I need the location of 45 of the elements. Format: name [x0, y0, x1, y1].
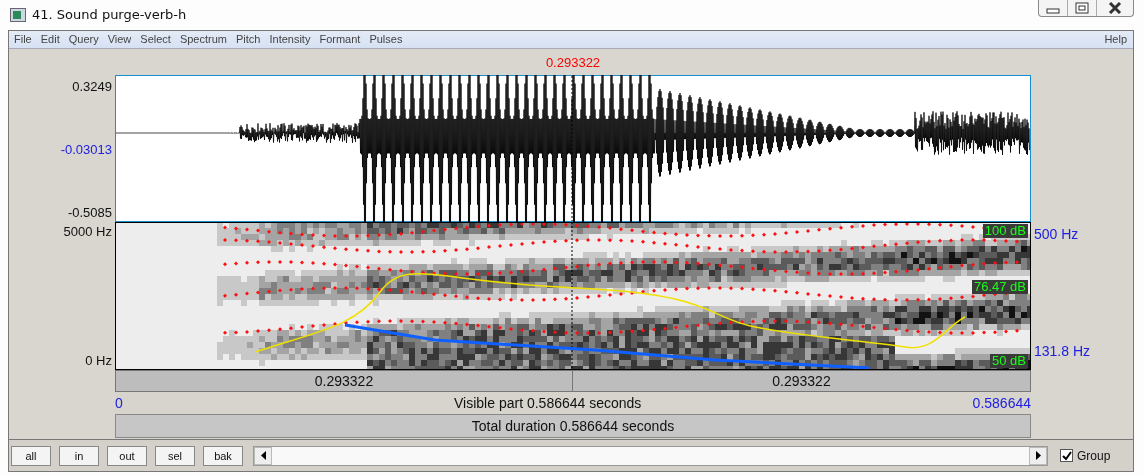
scroll-left-button[interactable]: [254, 446, 272, 465]
zoom-button[interactable]: bak: [203, 445, 243, 466]
visible-end-label: 0.586644: [972, 393, 1031, 413]
menu-item[interactable]: Edit: [40, 31, 66, 48]
maximize-icon[interactable]: [1074, 2, 1090, 14]
group-label: Group: [1077, 447, 1111, 465]
visible-start-label: 0: [115, 393, 123, 413]
zoom-button[interactable]: sel: [155, 445, 195, 466]
intensity-min-label: 50 dB: [990, 354, 1028, 368]
intensity-max-label: 100 dB: [982, 224, 1028, 238]
pitch-cursor-label: 131.8 Hz: [1034, 342, 1092, 361]
app-icon: [10, 8, 26, 22]
help-menu-item[interactable]: Help: [1104, 31, 1133, 48]
menu-item[interactable]: Spectrum: [179, 31, 233, 48]
close-icon[interactable]: [1107, 2, 1123, 14]
left-triangle-icon: [260, 451, 266, 460]
total-duration-bar[interactable]: Total duration 0.586644 seconds: [116, 415, 1030, 437]
menu-item[interactable]: Intensity: [269, 31, 317, 48]
amplitude-min-label: -0.5085: [67, 203, 112, 222]
menu-item[interactable]: Query: [68, 31, 105, 48]
amplitude-max-label: 0.3249: [72, 78, 112, 96]
frequency-min-label: 0 Hz: [85, 351, 112, 370]
menu-item[interactable]: Formant: [319, 31, 367, 48]
horizontal-scrollbar[interactable]: [253, 445, 1048, 466]
pitch-max-label: 500 Hz: [1034, 225, 1080, 244]
menu-item[interactable]: Select: [140, 31, 177, 48]
right-triangle-icon: [1035, 451, 1041, 460]
amplitude-cursor-label: -0.03013: [60, 140, 112, 159]
checkmark-icon: [1061, 450, 1072, 461]
cursor-time: 0.293322: [545, 55, 601, 70]
group-checkbox[interactable]: [1060, 449, 1073, 462]
menu-item[interactable]: Pulses: [369, 31, 409, 48]
window-title: 41. Sound purge-verb-h: [32, 6, 187, 25]
menu-item[interactable]: View: [107, 31, 138, 48]
visible-part-label: Visible part 0.586644 seconds: [454, 393, 642, 413]
frequency-max-label: 5000 Hz: [63, 223, 112, 241]
selection-right-segment[interactable]: 0.293322: [573, 370, 1031, 392]
menu-item[interactable]: Pitch: [236, 31, 267, 48]
menu-item[interactable]: File: [14, 31, 38, 48]
intensity-cursor-label: 76.47 dB: [971, 280, 1028, 294]
zoom-button[interactable]: in: [59, 445, 99, 466]
zoom-button[interactable]: all: [11, 445, 51, 466]
scroll-right-button[interactable]: [1029, 446, 1047, 465]
selection-left-segment[interactable]: 0.293322: [115, 370, 573, 392]
zoom-button[interactable]: out: [107, 445, 147, 466]
